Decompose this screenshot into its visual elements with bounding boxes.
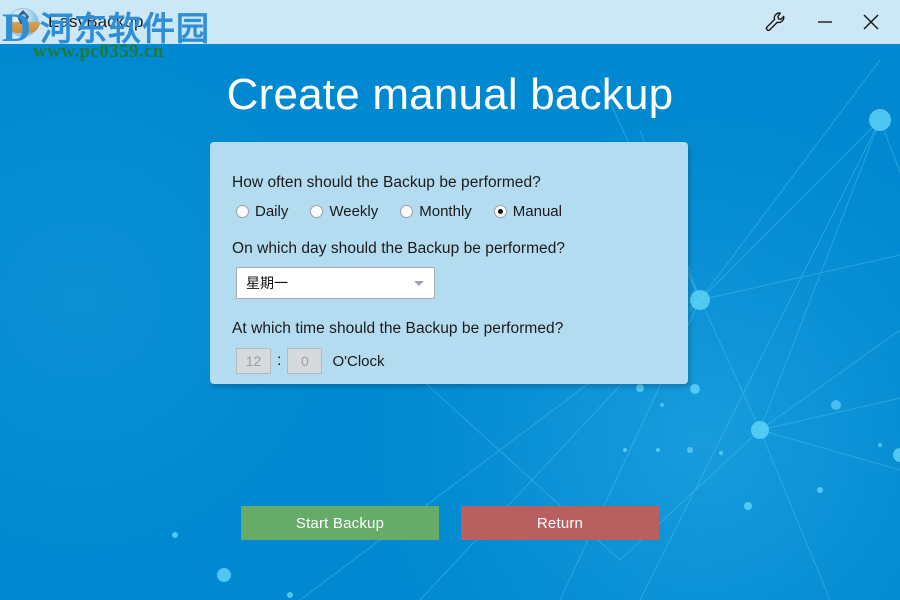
minute-input[interactable]: 0 <box>287 348 323 374</box>
day-label: On which day should the Backup be perfor… <box>232 240 566 257</box>
time-input-row: 12 : 0 O'Clock <box>236 348 688 374</box>
radio-option-manual[interactable]: Manual <box>493 203 562 220</box>
radio-weekly-label: Weekly <box>329 203 379 220</box>
frequency-label: How often should the Backup be performed… <box>232 174 541 191</box>
frequency-radio-group: Daily Weekly Monthly Manual <box>236 203 688 220</box>
minimize-button[interactable] <box>804 0 846 44</box>
minimize-icon <box>818 21 832 23</box>
day-section: On which day should the Backup be perfor… <box>232 240 688 299</box>
wrench-icon <box>765 12 785 31</box>
time-section: At which time should the Backup be perfo… <box>232 320 688 374</box>
radio-option-monthly[interactable]: Monthly <box>400 203 472 220</box>
time-unit-label: O'Clock <box>332 352 385 370</box>
title-bar: EasyBackup <box>0 0 900 44</box>
day-dropdown-value: 星期一 <box>246 276 288 292</box>
radio-monthly-label: Monthly <box>419 203 472 220</box>
settings-button[interactable] <box>752 0 798 44</box>
hour-input[interactable]: 12 <box>236 348 271 374</box>
app-title: EasyBackup <box>48 12 144 31</box>
close-icon <box>863 14 879 30</box>
radio-option-daily[interactable]: Daily <box>236 203 288 220</box>
app-logo-icon <box>6 5 40 39</box>
chevron-down-icon <box>414 280 424 286</box>
radio-weekly-icon <box>310 205 324 218</box>
close-button[interactable] <box>850 0 892 44</box>
radio-daily-icon <box>236 205 249 218</box>
watermark-url: www.pc0359.cn <box>33 41 164 62</box>
page-title: Create manual backup <box>226 70 674 119</box>
day-dropdown[interactable]: 星期一 <box>236 267 435 299</box>
radio-manual-label: Manual <box>512 203 562 220</box>
backup-schedule-panel: How often should the Backup be performed… <box>210 142 688 384</box>
radio-daily-label: Daily <box>255 203 289 220</box>
application-window: EasyBackup D 河东软件园 www.pc0359.cn Create … <box>0 0 900 600</box>
radio-manual-icon <box>493 205 507 218</box>
start-backup-button[interactable]: Start Backup <box>241 506 439 540</box>
radio-option-weekly[interactable]: Weekly <box>310 203 378 220</box>
time-separator: : <box>277 352 282 369</box>
radio-monthly-icon <box>400 205 414 218</box>
return-button[interactable]: Return <box>461 506 659 540</box>
time-label: At which time should the Backup be perfo… <box>232 320 564 337</box>
